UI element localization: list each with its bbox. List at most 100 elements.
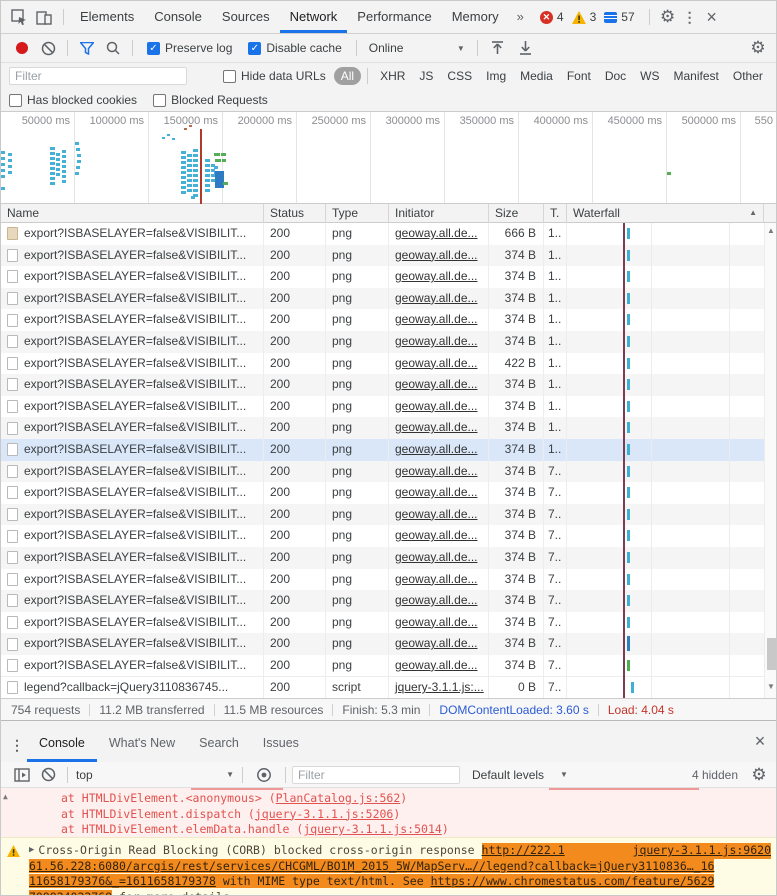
close-drawer-icon[interactable]: × [748, 731, 772, 752]
export-har-icon[interactable] [512, 41, 540, 55]
scroll-up-icon[interactable]: ▲ [3, 792, 774, 801]
type-filter-doc[interactable]: Doc [599, 68, 632, 84]
column-header-size[interactable]: Size [489, 204, 544, 223]
import-har-icon[interactable] [484, 41, 512, 55]
table-row[interactable]: export?ISBASELAYER=false&VISIBILIT...200… [1, 525, 764, 547]
tab-console[interactable]: Console [144, 1, 212, 33]
expand-triangle-icon[interactable]: ▶ [29, 843, 34, 859]
error-badge-icon[interactable]: ✕ [540, 11, 553, 24]
table-row[interactable]: export?ISBASELAYER=false&VISIBILIT...200… [1, 309, 764, 331]
message-badge-icon[interactable] [604, 12, 617, 23]
log-levels-select[interactable]: Default levels ▼ [472, 768, 568, 782]
stack-source-link[interactable]: jquery-3.1.1.js:5014 [303, 822, 441, 836]
table-row[interactable]: export?ISBASELAYER=false&VISIBILIT...200… [1, 655, 764, 677]
initiator-link[interactable]: geoway.all.de... [395, 572, 478, 586]
source-location-link[interactable]: jquery-3.1.1.js:9620 [633, 843, 771, 859]
drawer-tab-issues[interactable]: Issues [251, 724, 311, 762]
type-filter-xhr[interactable]: XHR [374, 68, 411, 84]
type-filter-js[interactable]: JS [413, 68, 439, 84]
javascript-context-select[interactable]: top ▼ [76, 768, 234, 782]
type-filter-manifest[interactable]: Manifest [668, 68, 725, 84]
search-icon[interactable] [100, 41, 126, 55]
type-filter-media[interactable]: Media [514, 68, 559, 84]
initiator-link[interactable]: geoway.all.de... [395, 507, 478, 521]
drawer-tab-search[interactable]: Search [187, 724, 251, 762]
initiator-link[interactable]: geoway.all.de... [395, 615, 478, 629]
blocked-url-link[interactable]: http://222.1 [482, 843, 565, 859]
has-blocked-cookies-checkbox[interactable]: Has blocked cookies [9, 93, 137, 107]
column-header-type[interactable]: Type [326, 204, 389, 223]
tab-elements[interactable]: Elements [70, 1, 144, 33]
initiator-link[interactable]: geoway.all.de... [395, 420, 478, 434]
initiator-link[interactable]: geoway.all.de... [395, 593, 478, 607]
network-settings-gear-icon[interactable]: ⚙ [746, 38, 770, 58]
type-filter-css[interactable]: CSS [441, 68, 478, 84]
table-row[interactable]: export?ISBASELAYER=false&VISIBILIT...200… [1, 417, 764, 439]
scroll-up-icon[interactable]: ▲ [767, 226, 775, 235]
initiator-link[interactable]: geoway.all.de... [395, 528, 478, 542]
table-row[interactable]: export?ISBASELAYER=false&VISIBILIT...200… [1, 266, 764, 288]
sort-ascending-icon[interactable]: ▲ [749, 204, 757, 222]
show-console-sidebar-icon[interactable] [9, 768, 35, 782]
scroll-down-icon[interactable]: ▼ [767, 682, 775, 691]
column-header-waterfall[interactable]: Waterfall▲ [567, 204, 764, 223]
tab-sources[interactable]: Sources [212, 1, 280, 33]
type-filter-all[interactable]: All [334, 67, 361, 85]
create-live-expression-icon[interactable] [249, 767, 279, 783]
tab-memory[interactable]: Memory [442, 1, 509, 33]
more-tabs-chevron[interactable]: » [509, 1, 532, 33]
hide-data-urls-checkbox[interactable]: Hide data URLs [223, 69, 326, 83]
error-count[interactable]: 4 [557, 10, 564, 24]
column-header-status[interactable]: Status [264, 204, 326, 223]
table-row[interactable]: export?ISBASELAYER=false&VISIBILIT...200… [1, 439, 764, 461]
scrollbar-thumb[interactable] [767, 638, 776, 670]
initiator-link[interactable]: geoway.all.de... [395, 226, 478, 240]
tab-performance[interactable]: Performance [347, 1, 441, 33]
device-toolbar-icon[interactable] [31, 9, 57, 26]
column-header-initiator[interactable]: Initiator [389, 204, 489, 223]
close-devtools-icon[interactable]: × [700, 7, 724, 28]
filter-funnel-icon[interactable] [74, 42, 100, 55]
table-scrollbar[interactable]: ▲ ▼ [764, 223, 777, 698]
initiator-link[interactable]: geoway.all.de... [395, 291, 478, 305]
drawer-tab-console[interactable]: Console [27, 724, 97, 762]
table-row[interactable]: export?ISBASELAYER=false&VISIBILIT...200… [1, 612, 764, 634]
column-header-t[interactable]: T. [544, 204, 567, 223]
message-count[interactable]: 57 [621, 10, 634, 24]
initiator-link[interactable]: geoway.all.de... [395, 248, 478, 262]
initiator-link[interactable]: geoway.all.de... [395, 377, 478, 391]
chromestatus-link[interactable]: 709824022768 [29, 890, 112, 896]
table-row[interactable]: export?ISBASELAYER=false&VISIBILIT...200… [1, 461, 764, 483]
clear-network-log-icon[interactable] [35, 41, 61, 56]
drawer-menu-icon[interactable]: ⋮ [7, 737, 27, 754]
network-overview-timeline[interactable]: 50000 ms100000 ms150000 ms200000 ms25000… [1, 112, 777, 204]
preserve-log-checkbox[interactable]: ✓ Preserve log [147, 41, 232, 55]
initiator-link[interactable]: geoway.all.de... [395, 269, 478, 283]
initiator-link[interactable]: geoway.all.de... [395, 658, 478, 672]
type-filter-font[interactable]: Font [561, 68, 597, 84]
initiator-link[interactable]: geoway.all.de... [395, 334, 478, 348]
drawer-tab-whatsnew[interactable]: What's New [97, 724, 187, 762]
table-row[interactable]: export?ISBASELAYER=false&VISIBILIT...200… [1, 547, 764, 569]
initiator-link[interactable]: geoway.all.de... [395, 636, 478, 650]
table-row[interactable]: export?ISBASELAYER=false&VISIBILIT...200… [1, 374, 764, 396]
type-filter-ws[interactable]: WS [634, 68, 665, 84]
table-row[interactable]: export?ISBASELAYER=false&VISIBILIT...200… [1, 396, 764, 418]
tab-network[interactable]: Network [280, 1, 348, 33]
initiator-link[interactable]: jquery-3.1.1.js:... [395, 680, 484, 694]
table-row[interactable]: export?ISBASELAYER=false&VISIBILIT...200… [1, 331, 764, 353]
table-row[interactable]: export?ISBASELAYER=false&VISIBILIT...200… [1, 288, 764, 310]
initiator-link[interactable]: geoway.all.de... [395, 399, 478, 413]
settings-gear-icon[interactable]: ⚙ [656, 7, 680, 27]
initiator-link[interactable]: geoway.all.de... [395, 312, 478, 326]
blocked-requests-checkbox[interactable]: Blocked Requests [153, 93, 268, 107]
table-row[interactable]: export?ISBASELAYER=false&VISIBILIT...200… [1, 482, 764, 504]
blocked-url-link[interactable]: 11658179376&_=1611658179378 [29, 874, 216, 888]
table-row[interactable]: export?ISBASELAYER=false&VISIBILIT...200… [1, 590, 764, 612]
initiator-link[interactable]: geoway.all.de... [395, 550, 478, 564]
table-row[interactable]: export?ISBASELAYER=false&VISIBILIT...200… [1, 223, 764, 245]
initiator-link[interactable]: geoway.all.de... [395, 485, 478, 499]
table-row[interactable]: export?ISBASELAYER=false&VISIBILIT...200… [1, 504, 764, 526]
blocked-url-link[interactable]: 61.56.228:6080/arcgis/rest/services/CHCG… [29, 859, 714, 873]
warning-badge-icon[interactable] [572, 11, 586, 24]
